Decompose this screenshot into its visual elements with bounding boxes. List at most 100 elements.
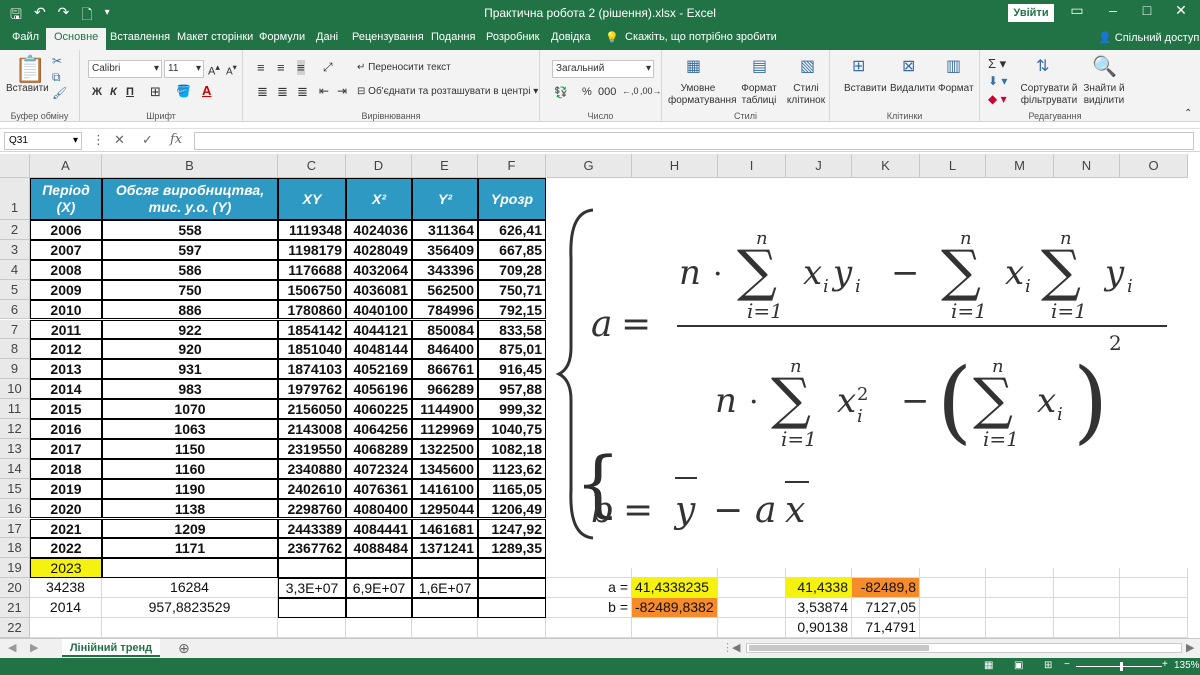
table-cell[interactable]: 1063 — [102, 419, 278, 439]
table-cell[interactable]: 1371241 — [412, 538, 478, 559]
row-header-22[interactable]: 22 — [0, 618, 30, 638]
row-header-10[interactable]: 10 — [0, 379, 30, 400]
table-cell[interactable]: 1160 — [102, 458, 278, 479]
row-header-5[interactable]: 5 — [0, 279, 30, 300]
fill-icon[interactable]: ⬇ ▾ — [988, 74, 1007, 88]
table-cell[interactable]: 875,01 — [478, 339, 546, 360]
cell[interactable] — [920, 598, 986, 618]
row-header-17[interactable]: 17 — [0, 518, 30, 539]
row-header-21[interactable]: 21 — [0, 598, 30, 618]
row-header-18[interactable]: 18 — [0, 538, 30, 559]
cell[interactable] — [546, 618, 632, 638]
sheet-tab-linear-trend[interactable]: Лінійний тренд — [62, 639, 160, 657]
increase-indent-icon[interactable]: ⇥ — [337, 84, 347, 98]
table-cell[interactable]: 750 — [102, 279, 278, 300]
page-layout-view-icon[interactable]: ▣ — [1014, 660, 1023, 671]
table-cell[interactable]: 922 — [102, 319, 278, 340]
table-cell[interactable]: 597 — [102, 239, 278, 260]
cell[interactable] — [1054, 598, 1120, 618]
cell[interactable] — [718, 578, 786, 599]
row-header-13[interactable]: 13 — [0, 438, 30, 459]
table-cell[interactable]: 1854142 — [278, 319, 346, 340]
table-cell[interactable]: 1129969 — [412, 419, 478, 439]
table-cell[interactable]: 1171 — [102, 538, 278, 559]
tab-page-layout[interactable]: Макет сторінки — [177, 31, 253, 43]
column-header-f[interactable]: F — [478, 154, 546, 178]
table-cell[interactable]: 2298760 — [278, 498, 346, 519]
table-cell[interactable]: 1165,05 — [478, 478, 546, 499]
linest-cell[interactable]: 3,53874 — [786, 598, 852, 618]
align-right-icon[interactable]: ≣ — [297, 84, 308, 100]
page-break-view-icon[interactable]: ⊞ — [1044, 660, 1052, 671]
table-cell[interactable]: 4056196 — [346, 379, 412, 400]
font-name-select[interactable]: Calibri ▾ — [88, 60, 162, 78]
column-header-d[interactable]: D — [346, 154, 412, 178]
table-cell[interactable]: 920 — [102, 339, 278, 360]
table-cell[interactable] — [102, 558, 278, 579]
table-cell[interactable]: 4088484 — [346, 538, 412, 559]
table-cell[interactable]: 999,32 — [478, 399, 546, 419]
table-cell[interactable]: 4084441 — [346, 518, 412, 539]
table-header-cell[interactable]: Період (X) — [30, 178, 102, 220]
scrollbar-thumb[interactable] — [749, 645, 929, 651]
scroll-right-icon[interactable]: ▶ — [30, 641, 38, 654]
wrap-text-button[interactable]: ↵ Переносити текст — [357, 62, 451, 73]
column-header-i[interactable]: I — [718, 154, 786, 178]
table-cell[interactable]: 2011 — [30, 319, 102, 340]
cell[interactable] — [478, 618, 546, 638]
table-cell[interactable]: 1209 — [102, 518, 278, 539]
table-cell[interactable]: 2010 — [30, 299, 102, 320]
table-cell[interactable] — [478, 578, 546, 599]
zoom-slider[interactable] — [1076, 666, 1162, 667]
table-cell[interactable]: 562500 — [412, 279, 478, 300]
column-header-o[interactable]: O — [1120, 154, 1188, 178]
table-cell[interactable]: 4040100 — [346, 299, 412, 320]
row-header-16[interactable]: 16 — [0, 498, 30, 519]
horizontal-scrollbar[interactable] — [746, 643, 1182, 653]
cell[interactable] — [278, 598, 346, 618]
table-cell[interactable]: 750,71 — [478, 279, 546, 300]
tab-review[interactable]: Рецензування — [352, 31, 424, 43]
table-cell[interactable]: 709,28 — [478, 259, 546, 280]
share-button[interactable]: 👤 Спільний доступ — [1098, 31, 1199, 44]
column-header-j[interactable]: J — [786, 154, 852, 178]
orientation-icon[interactable]: ⤢ — [323, 60, 333, 75]
table-cell[interactable]: 2143008 — [278, 419, 346, 439]
table-cell[interactable]: 4044121 — [346, 319, 412, 340]
sum-cell[interactable]: 6,9E+07 — [346, 578, 412, 599]
tab-developer[interactable]: Розробник — [486, 31, 539, 43]
cell[interactable] — [1120, 598, 1188, 618]
cell[interactable] — [718, 618, 786, 638]
column-header-m[interactable]: M — [986, 154, 1054, 178]
table-cell[interactable]: 1289,35 — [478, 538, 546, 559]
table-cell[interactable]: 2156050 — [278, 399, 346, 419]
row-header-3[interactable]: 3 — [0, 239, 30, 260]
table-cell[interactable]: 792,15 — [478, 299, 546, 320]
cell[interactable] — [986, 598, 1054, 618]
table-cell[interactable]: 2016 — [30, 419, 102, 439]
table-cell[interactable]: 2021 — [30, 518, 102, 539]
zoom-in-icon[interactable]: + — [1162, 659, 1168, 670]
table-cell[interactable]: 957,88 — [478, 379, 546, 400]
cell[interactable] — [632, 618, 718, 638]
table-cell[interactable]: 846400 — [412, 339, 478, 360]
table-header-cell[interactable]: XY — [278, 178, 346, 220]
avg-cell[interactable]: 957,8823529 — [102, 598, 278, 618]
sign-in-button[interactable]: Увійти — [1008, 4, 1054, 22]
table-cell[interactable]: 983 — [102, 379, 278, 400]
table-cell[interactable]: 1082,18 — [478, 438, 546, 459]
table-cell[interactable]: 886 — [102, 299, 278, 320]
table-cell[interactable]: 2019 — [30, 478, 102, 499]
tab-help[interactable]: Довідка — [551, 31, 591, 43]
table-cell[interactable]: 1874103 — [278, 359, 346, 380]
table-cell[interactable]: 2014 — [30, 379, 102, 400]
select-all-corner[interactable] — [0, 154, 30, 178]
percent-style-icon[interactable]: % — [582, 86, 592, 98]
table-cell[interactable]: 2013 — [30, 359, 102, 380]
add-sheet-icon[interactable]: ⊕ — [178, 640, 190, 657]
table-cell[interactable]: 356409 — [412, 239, 478, 260]
table-cell[interactable]: 916,45 — [478, 359, 546, 380]
table-cell[interactable]: 1144900 — [412, 399, 478, 419]
bold-button[interactable]: Ж — [92, 86, 102, 98]
row-header-2[interactable]: 2 — [0, 220, 30, 240]
